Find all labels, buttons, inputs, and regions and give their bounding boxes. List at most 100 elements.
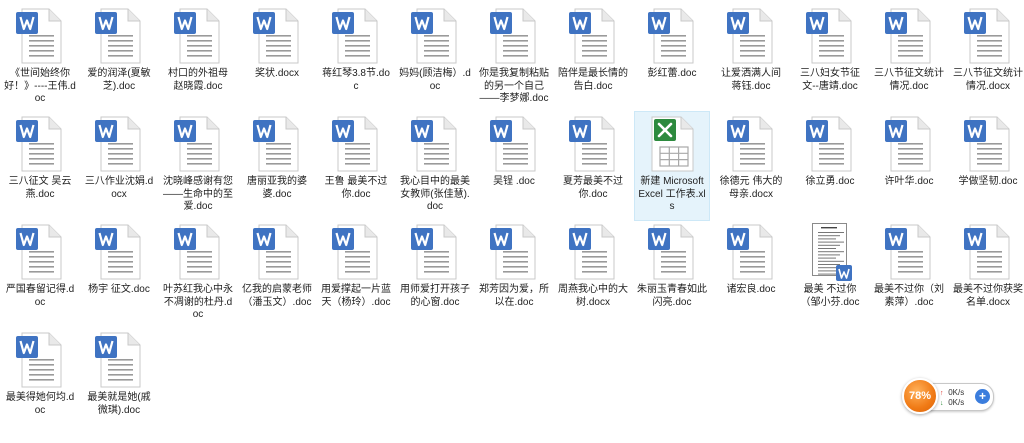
memory-usage-ball[interactable]: 78%: [902, 378, 938, 414]
word-document-icon: [332, 224, 378, 280]
file-item[interactable]: 最美 不过你（邹小芬.doc: [793, 220, 867, 328]
file-grid: 《世间始终你好！》----王伟.doc 爱的润泽(夏敏芝).doc 村口的外祖母…: [0, 0, 1024, 443]
file-item[interactable]: 《世间始终你好！》----王伟.doc: [3, 4, 77, 112]
word-document-icon: [332, 8, 378, 64]
word-document-icon: [569, 116, 615, 172]
file-item[interactable]: 杨宇 征文.doc: [82, 220, 156, 328]
upload-speed-row: ↑ 0K/s: [940, 388, 964, 398]
file-name-label: 严国春留记得.doc: [5, 284, 75, 308]
file-item[interactable]: 许叶华.doc: [872, 112, 946, 220]
file-item[interactable]: 徐立勇.doc: [793, 112, 867, 220]
file-name-label: 杨宇 征文.doc: [88, 284, 150, 295]
file-item[interactable]: 学做坚韧.doc: [951, 112, 1024, 220]
file-item[interactable]: 夏芳最美不过你.doc: [556, 112, 630, 220]
file-name-label: 吴锃 .doc: [493, 176, 535, 187]
file-item[interactable]: 奖状.docx: [240, 4, 314, 112]
word-document-icon: [885, 8, 931, 64]
word-document-icon: [727, 116, 773, 172]
file-name-label: 奖状.docx: [255, 68, 299, 79]
word-document-icon: [95, 224, 141, 280]
word-document-icon: [253, 8, 299, 64]
file-name-label: 陪伴是最长情的告白.doc: [558, 68, 628, 92]
word-document-icon: [490, 8, 536, 64]
file-item[interactable]: 三八作业沈娟.docx: [82, 112, 156, 220]
file-item[interactable]: 徐德元 伟大的母亲.docx: [714, 112, 788, 220]
file-name-label: 叶苏红我心中永不凋谢的杜丹.doc: [163, 284, 233, 320]
file-name-label: 《世间始终你好！》----王伟.doc: [4, 68, 76, 104]
file-name-label: 彭红蕾.doc: [647, 68, 697, 79]
file-item[interactable]: 吴锃 .doc: [477, 112, 551, 220]
file-item[interactable]: 你是我复制粘贴的另一个自己——李梦娜.doc: [477, 4, 551, 112]
file-name-label: 爱的润泽(夏敏芝).doc: [87, 68, 151, 92]
file-item[interactable]: 严国春留记得.doc: [3, 220, 77, 328]
file-name-label: 用师爱打开孩子的心窗.doc: [400, 284, 470, 308]
file-item[interactable]: 妈妈(顾洁梅）.doc: [398, 4, 472, 112]
word-document-icon: [16, 8, 62, 64]
word-document-icon: [806, 116, 852, 172]
file-item[interactable]: 用师爱打开孩子的心窗.doc: [398, 220, 472, 328]
file-item[interactable]: 唐丽亚我的婆婆.doc: [240, 112, 314, 220]
file-item[interactable]: 叶苏红我心中永不凋谢的杜丹.doc: [161, 220, 235, 328]
word-document-icon: [885, 224, 931, 280]
file-item[interactable]: 三八节征文统计情况.docx: [951, 4, 1024, 112]
word-document-icon: [332, 116, 378, 172]
file-item[interactable]: 蒋红琴3.8节.doc: [319, 4, 393, 112]
file-item[interactable]: 爱的润泽(夏敏芝).doc: [82, 4, 156, 112]
file-item[interactable]: 村口的外祖母 赵晓霞.doc: [161, 4, 235, 112]
word-document-icon: [16, 332, 62, 388]
upload-arrow-icon: ↑: [940, 390, 944, 397]
file-item[interactable]: 诸宏良.doc: [714, 220, 788, 328]
file-item[interactable]: 三八征文 吴云燕.doc: [3, 112, 77, 220]
file-item[interactable]: 亿我的启蒙老师（潘玉文）.doc: [240, 220, 314, 328]
word-document-icon: [95, 332, 141, 388]
upload-speed-value: 0K/s: [948, 388, 965, 397]
file-item[interactable]: 郑芳因为爱，所以在.doc: [477, 220, 551, 328]
file-name-label: 用爱撑起一片蓝天（杨玲）.doc: [321, 284, 391, 308]
file-item[interactable]: 三八节征文统计情况.doc: [872, 4, 946, 112]
file-item[interactable]: 最美不过你获奖名单.docx: [951, 220, 1024, 328]
file-item[interactable]: 三八妇女节征文--唐靖.doc: [793, 4, 867, 112]
file-item[interactable]: 我心目中的最美女教师(张佳慧).doc: [398, 112, 472, 220]
file-item[interactable]: 让爱洒满人间 蒋钰.doc: [714, 4, 788, 112]
file-name-label: 村口的外祖母 赵晓霞.doc: [168, 68, 228, 92]
file-name-label: 新建 Microsoft Excel 工作表.xls: [638, 176, 706, 212]
file-item[interactable]: 最美不过你（刘素萍）.doc: [872, 220, 946, 328]
file-item[interactable]: 朱丽玉青春如此闪亮.doc: [635, 220, 709, 328]
file-name-label: 徐立勇.doc: [805, 176, 855, 187]
document-thumbnail-icon: [812, 223, 852, 281]
file-name-label: 最美就是她(戚微琪).doc: [87, 392, 151, 416]
file-item[interactable]: 周燕我心中的大树.docx: [556, 220, 630, 328]
file-name-label: 我心目中的最美女教师(张佳慧).doc: [400, 176, 470, 212]
word-document-icon: [569, 8, 615, 64]
word-document-icon: [411, 116, 457, 172]
file-name-label: 三八节征文统计情况.docx: [953, 68, 1023, 92]
file-item[interactable]: 王鲁 最美不过你.doc: [319, 112, 393, 220]
word-document-icon: [648, 8, 694, 64]
file-name-label: 学做坚韧.doc: [958, 176, 1018, 187]
file-name-label: 最美不过你（刘素萍）.doc: [874, 284, 944, 308]
word-document-icon: [95, 8, 141, 64]
network-speed-widget[interactable]: 78% ↑ 0K/s ↓ 0K/s +: [902, 378, 994, 416]
file-item[interactable]: 最美得她何均.doc: [3, 328, 77, 436]
word-document-icon: [174, 8, 220, 64]
add-plus-icon[interactable]: +: [975, 389, 990, 404]
file-name-label: 让爱洒满人间 蒋钰.doc: [721, 68, 781, 92]
file-item[interactable]: 彭红蕾.doc: [635, 4, 709, 112]
file-item[interactable]: 新建 Microsoft Excel 工作表.xls: [634, 111, 710, 221]
word-document-icon: [411, 8, 457, 64]
file-item[interactable]: 陪伴是最长情的告白.doc: [556, 4, 630, 112]
file-name-label: 诸宏良.doc: [726, 284, 776, 295]
file-item[interactable]: 用爱撑起一片蓝天（杨玲）.doc: [319, 220, 393, 328]
word-document-icon: [411, 224, 457, 280]
file-name-label: 郑芳因为爱，所以在.doc: [479, 284, 549, 308]
file-item[interactable]: 最美就是她(戚微琪).doc: [82, 328, 156, 436]
word-document-icon: [964, 224, 1010, 280]
file-item[interactable]: 沈晓峰感谢有您——生命中的至爱.doc: [161, 112, 235, 220]
word-document-icon: [964, 8, 1010, 64]
file-name-label: 周燕我心中的大树.docx: [558, 284, 628, 308]
word-document-icon: [885, 116, 931, 172]
file-name-label: 王鲁 最美不过你.doc: [324, 176, 388, 200]
file-name-label: 亿我的启蒙老师（潘玉文）.doc: [242, 284, 312, 308]
excel-file-icon: [648, 116, 694, 172]
file-name-label: 最美得她何均.doc: [5, 392, 75, 416]
